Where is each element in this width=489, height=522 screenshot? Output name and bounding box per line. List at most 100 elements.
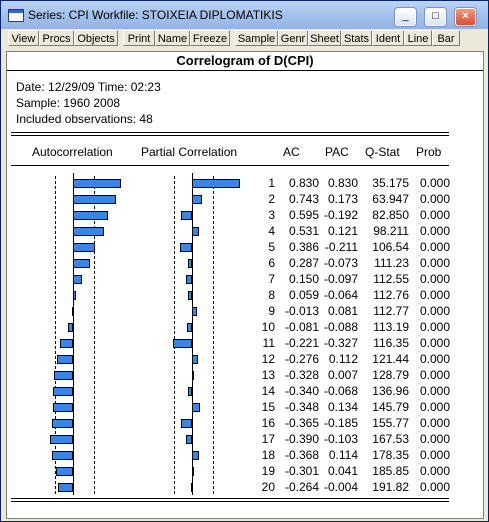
ac-bar [53, 387, 73, 396]
pac-value: 0.121 [327, 224, 358, 238]
objects-button[interactable]: Objects [74, 30, 118, 46]
separator-line [11, 132, 449, 133]
prob-value: 0.000 [419, 304, 450, 318]
lag-value: 7 [268, 272, 275, 286]
pac-bar [192, 227, 199, 236]
name-button[interactable]: Name [155, 30, 190, 46]
view-button[interactable]: View [8, 30, 39, 46]
close-button[interactable]: × [455, 8, 476, 26]
ac-bar [52, 419, 73, 428]
pac-header: PAC [325, 145, 349, 159]
pac-bar [191, 483, 193, 492]
toolbar: View Procs Objects Print Name Freeze Sam… [4, 30, 485, 48]
pac-zero-axis [192, 173, 193, 495]
ac-bar [72, 307, 74, 316]
qstat-value: 185.85 [372, 464, 409, 478]
pac-bar [173, 339, 192, 348]
maximize-button[interactable]: □ [425, 8, 446, 26]
pac-value: -0.064 [323, 288, 358, 302]
pac-value: 0.134 [327, 400, 358, 414]
qstat-value: 113.19 [373, 320, 409, 334]
prob-header: Prob [416, 145, 442, 159]
qstat-value: 98.211 [373, 224, 409, 238]
lag-value: 1 [268, 176, 275, 190]
lag-value: 11 [262, 336, 275, 350]
pac-bar [180, 243, 192, 252]
correlogram-view: Correlogram of D(CPI) Date: 12/29/09 Tim… [6, 51, 484, 519]
minimize-button[interactable]: _ [395, 8, 416, 26]
separator-line [11, 165, 449, 166]
line-button[interactable]: Line [404, 30, 432, 46]
prob-value: 0.000 [419, 224, 450, 238]
ac-bar [73, 243, 95, 252]
bar-button[interactable]: Bar [432, 30, 460, 46]
procs-button[interactable]: Procs [39, 30, 74, 46]
freeze-button[interactable]: Freeze [190, 30, 230, 46]
prob-value: 0.000 [419, 320, 450, 334]
qstat-value: 116.35 [373, 336, 409, 350]
prob-value: 0.000 [419, 400, 450, 414]
lag-value: 4 [268, 224, 275, 238]
qstat-value: 128.79 [372, 368, 409, 382]
lag-value: 17 [261, 432, 275, 446]
prob-value: 0.000 [419, 192, 450, 206]
pac-value: 0.830 [327, 176, 358, 190]
date-time-line: Date: 12/29/09 Time: 02:23 [16, 80, 161, 94]
ac-confidence-band-upper [94, 176, 95, 494]
sheet-button[interactable]: Sheet [308, 30, 341, 46]
prob-value: 0.000 [419, 480, 450, 494]
ac-bar [50, 435, 73, 444]
pac-bar [186, 275, 192, 284]
prob-value: 0.000 [419, 240, 450, 254]
sample-line: Sample: 1960 2008 [16, 96, 121, 110]
stats-button[interactable]: Stats [341, 30, 372, 46]
pac-value: -0.068 [323, 384, 358, 398]
lag-value: 15 [261, 400, 275, 414]
pac-value: -0.097 [323, 272, 358, 286]
pac-bar [186, 435, 192, 444]
pac-bar [192, 371, 194, 380]
ac-bar [73, 179, 121, 188]
prob-value: 0.000 [419, 208, 450, 222]
ac-bar [60, 339, 73, 348]
pac-bar [192, 355, 198, 364]
title-bar[interactable]: Series: CPI Workfile: STOIXEIA DIPLOMATI… [1, 1, 488, 29]
pac-bar [192, 451, 199, 460]
observations-line: Included observations: 48 [16, 112, 153, 126]
lag-value: 13 [261, 368, 275, 382]
sample-button[interactable]: Sample [235, 30, 278, 46]
prob-value: 0.000 [419, 384, 450, 398]
separator-line [11, 498, 449, 499]
lag-value: 19 [261, 464, 275, 478]
ident-button[interactable]: Ident [372, 30, 404, 46]
pac-bar [192, 307, 197, 316]
lag-value: 18 [261, 448, 275, 462]
pac-bar [188, 291, 192, 300]
lag-value: 16 [261, 416, 275, 430]
autocorrelation-header: Autocorrelation [32, 145, 113, 159]
pac-bar [187, 323, 192, 332]
ac-bar [56, 467, 73, 476]
lag-value: 6 [268, 256, 275, 270]
pac-value: -0.192 [323, 208, 358, 222]
pac-confidence-band-upper [213, 176, 214, 494]
pac-value: -0.088 [323, 320, 358, 334]
genr-button[interactable]: Genr [278, 30, 308, 46]
pac-value: -0.103 [323, 432, 358, 446]
ac-bar [73, 195, 116, 204]
print-button[interactable]: Print [123, 30, 155, 46]
pac-value: 0.173 [327, 192, 358, 206]
pac-value: 0.007 [327, 368, 358, 382]
lag-value: 2 [268, 192, 275, 206]
ac-bar [68, 323, 73, 332]
qstat-value: 167.53 [372, 432, 409, 446]
lag-value: 12 [261, 352, 275, 366]
qstat-value: 106.54 [372, 240, 409, 254]
pac-confidence-band-lower [174, 176, 175, 494]
qstat-value: 112.55 [373, 272, 409, 286]
ac-bar [73, 259, 90, 268]
pac-bar [192, 195, 202, 204]
correlogram-title: Correlogram of D(CPI) [7, 52, 483, 71]
ac-bar [52, 451, 73, 460]
ac-bar [58, 483, 73, 492]
